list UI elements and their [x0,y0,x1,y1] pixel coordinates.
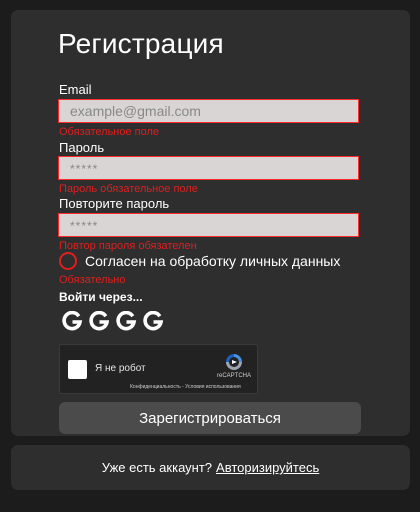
register-button[interactable]: Зарегистрироваться [59,402,361,434]
page-title: Регистрация [58,28,224,59]
email-error: Обязательное поле [59,126,160,138]
password-field[interactable] [58,156,359,180]
consent-label: Согласен на обработку личных данных [85,253,341,269]
page: Регистрация Email Обязательное поле Паро… [0,0,420,512]
recaptcha-links[interactable]: Конфиденциальность - Условия использован… [130,384,241,390]
password-repeat-field[interactable] [58,213,359,237]
recaptcha-logo-icon [224,352,244,372]
recaptcha-widget: Я не робот reCAPTCHA Конфиденциальность … [59,344,258,394]
email-field[interactable] [58,99,359,123]
registration-card: Регистрация Email Обязательное поле Паро… [11,10,410,436]
password-repeat-label: Повторите пароль [59,196,170,211]
social-login-list [60,309,168,335]
consent-row[interactable]: Согласен на обработку личных данных [59,251,340,271]
consent-error: Обязательно [59,274,126,286]
login-link[interactable]: Авторизируйтесь [216,460,319,475]
google-icon[interactable] [141,309,164,335]
social-login-label: Войти через... [59,290,143,304]
consent-radio[interactable] [59,252,77,270]
recaptcha-label: Я не робот [95,363,146,374]
google-icon[interactable] [87,309,110,335]
email-label: Email [59,82,92,97]
recaptcha-checkbox[interactable] [68,360,87,379]
login-prompt-card: Уже есть аккаунт? Авторизируйтесь [11,445,410,490]
recaptcha-brand: reCAPTCHA [217,373,252,379]
password-label: Пароль [59,140,105,155]
password-error: Пароль обязательное поле [59,183,198,195]
google-icon[interactable] [60,309,83,335]
login-prompt-text: Уже есть аккаунт? [101,460,213,475]
google-icon[interactable] [114,309,137,335]
